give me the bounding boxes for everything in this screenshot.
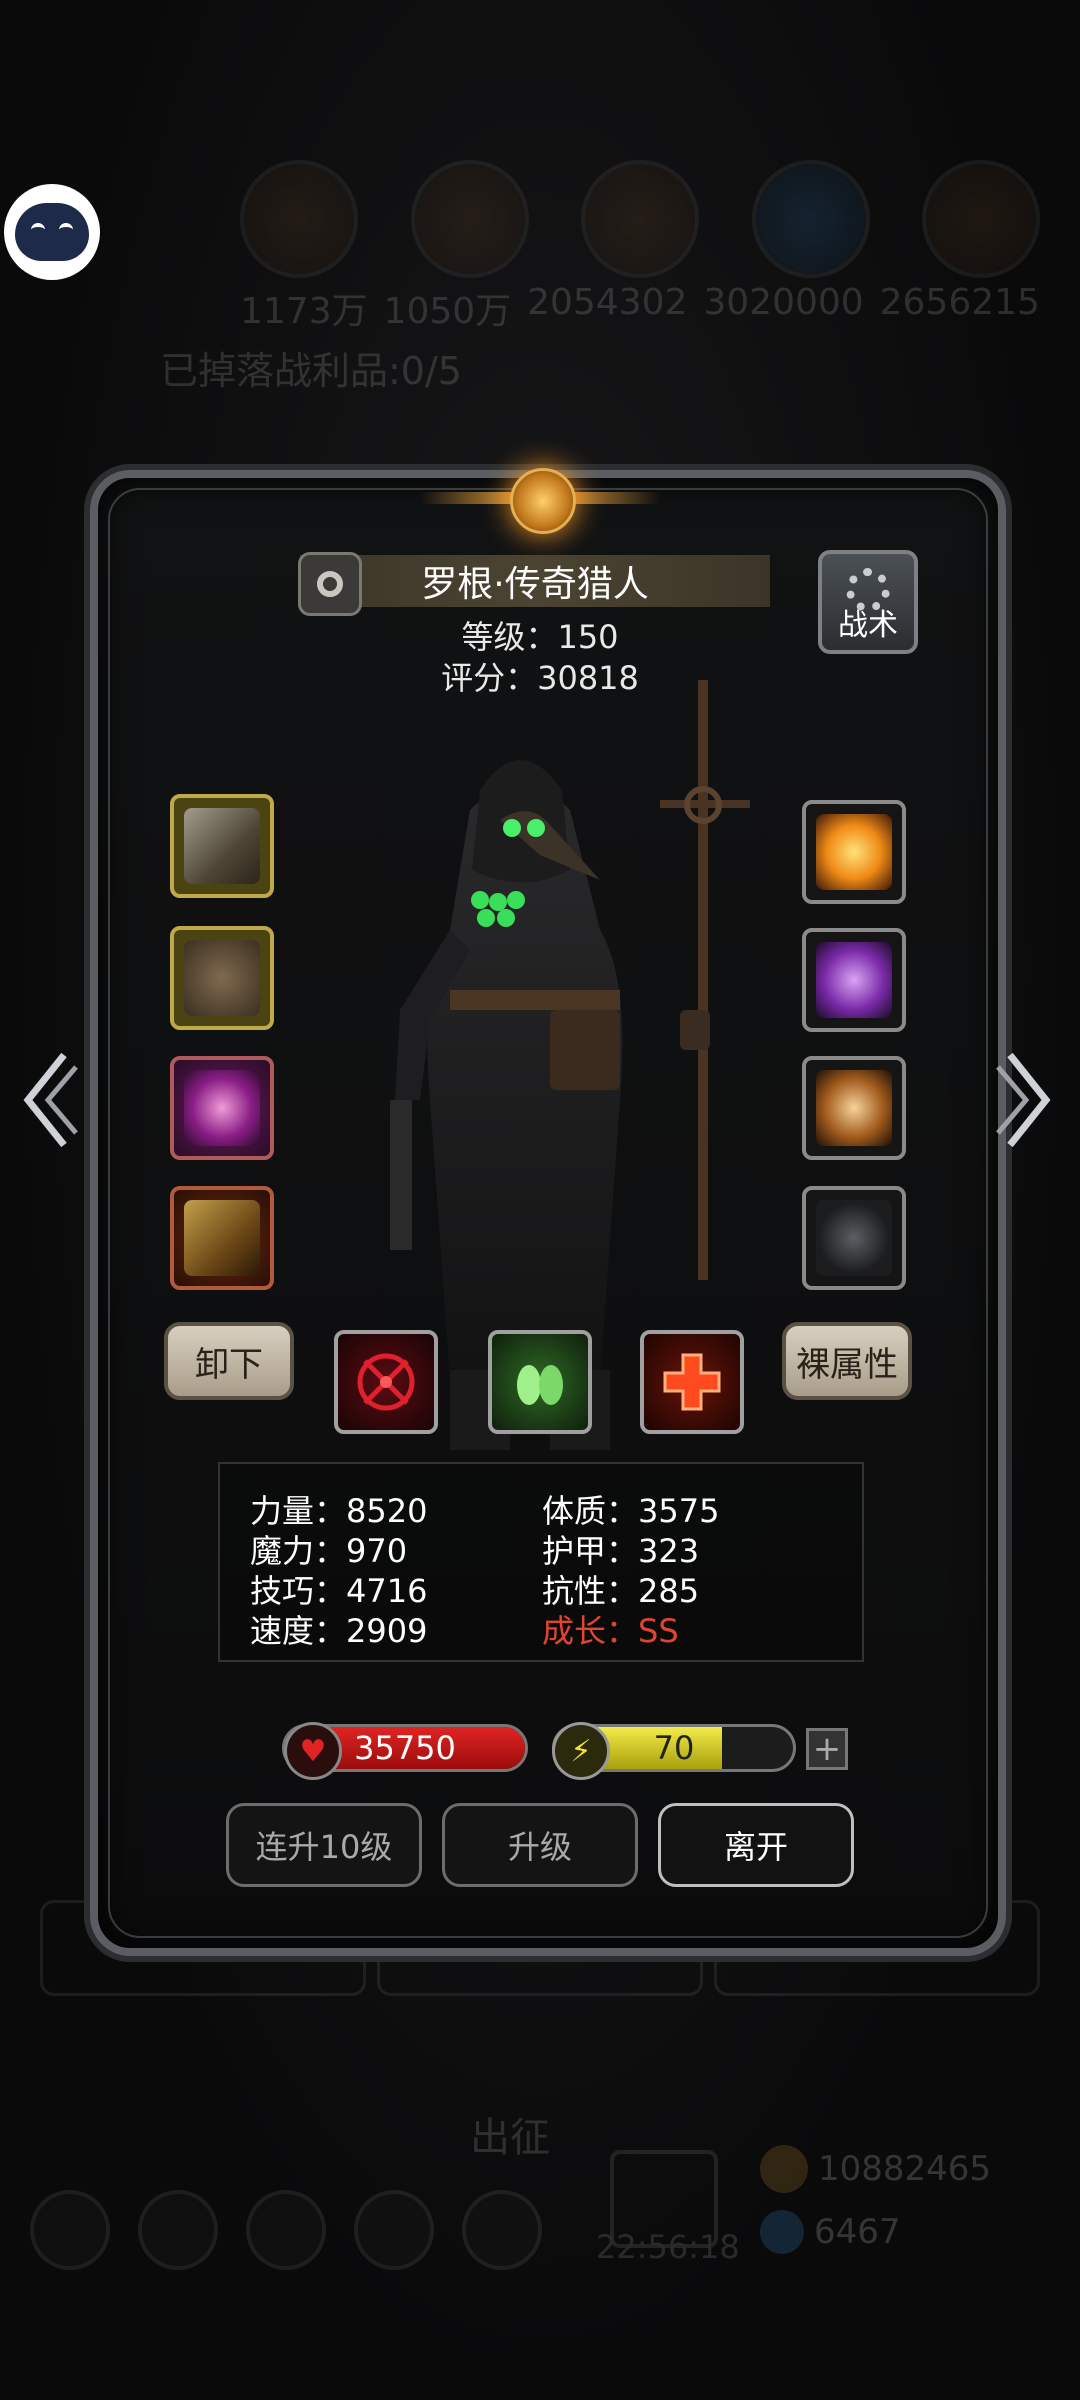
crosshair-skill-icon [357,1353,415,1411]
timer: 22:56:18 [596,2228,740,2266]
skill-slot-3[interactable] [640,1330,744,1434]
stat-speed: 速度：2909 [250,1612,428,1650]
revolver-item-icon [184,808,260,884]
equip-slot-amulet[interactable] [170,1056,274,1160]
resource-icon [410,160,529,278]
menu-round-icon [246,2190,326,2270]
skill-slot-2[interactable] [488,1330,592,1434]
crystal-item-icon [816,942,892,1018]
base-attributes-button[interactable]: 裸属性 [782,1322,912,1400]
lantern-item-icon [816,1070,892,1146]
resource-value: 3020000 [703,282,864,323]
equip-slot-weapon[interactable] [170,794,274,898]
hero-level: 等级：150 [461,618,619,656]
tactics-button[interactable]: 战术 [818,550,918,654]
gold-counter: 10882465 [760,2145,991,2193]
staff-cross [660,800,750,808]
unequip-label: 卸下 [195,1344,263,1385]
equip-slot-glove[interactable] [802,1186,906,1290]
skill-slot-1[interactable] [334,1330,438,1434]
resource-value: 2656215 [879,282,1040,323]
equip-slot-gem[interactable] [802,928,906,1032]
stat-growth: 成长：SS [542,1612,679,1650]
background-buttons [30,2190,542,2270]
level-up-10-button[interactable]: 连升10级 [226,1803,422,1887]
lightning-icon: ⚡ [552,1722,610,1780]
assistant-bubble-icon[interactable] [4,184,100,280]
menu-round-icon [354,2190,434,2270]
menu-round-icon [462,2190,542,2270]
resource-value: 1173万 [240,291,368,332]
gem-value: 6467 [814,2212,901,2252]
belt [450,990,620,1010]
level-up-label: 升级 [507,1828,572,1866]
gear-icon [317,571,343,597]
equip-slot-lantern[interactable] [802,1056,906,1160]
crest-emblem-icon [510,468,576,534]
loot-status: 已掉落战利品:0/5 [160,349,462,393]
eye-glow [503,819,521,837]
resource-icon [581,160,699,278]
resource-icons [240,160,1040,278]
staff [698,680,708,1280]
equip-slot-bracer[interactable] [170,1186,274,1290]
eye [31,223,45,237]
equip-slot-armor[interactable] [170,926,274,1030]
assistant-face [15,203,89,261]
pistol [390,1100,412,1250]
satchel [550,1010,620,1090]
previous-hero-chevron-icon[interactable] [18,1045,78,1155]
stats-panel: 力量：8520 魔力：970 技巧：4716 速度：2909 体质：3575 护… [218,1462,864,1662]
resource-value: 2054302 [527,282,688,323]
heal-cross-skill-icon [663,1353,721,1411]
hero-name: 罗根·传奇猎人 [421,564,649,605]
resource-value: 1050万 [383,291,512,332]
resource-icon [751,160,870,278]
hero-name-plate: 罗根·传奇猎人 [300,555,770,607]
censer [680,1010,710,1050]
gold-value: 10882465 [818,2149,992,2189]
gem-icon [760,2210,804,2254]
base-attributes-label: 裸属性 [796,1344,898,1385]
leave-button[interactable]: 离开 [658,1803,854,1887]
leave-label: 离开 [723,1828,788,1866]
equip-slot-ring[interactable] [802,800,906,904]
hero-settings-icon[interactable] [298,552,362,616]
level-up-10-label: 连升10级 [255,1828,393,1866]
bracer-item-icon [184,1200,260,1276]
vials-skill-icon [517,1365,563,1405]
level-up-button[interactable]: 升级 [442,1803,638,1887]
coin-icon [760,2145,808,2193]
gear-icon [846,568,890,612]
resource-values: 1173万 1050万 2054302 3020000 2656215 [240,282,1040,334]
amulet-item-icon [184,1070,260,1146]
resource-icon [240,160,358,278]
unequip-button[interactable]: 卸下 [164,1322,294,1400]
armor-item-icon [184,940,260,1016]
eye-glow [527,819,545,837]
fire-ring-item-icon [816,814,892,890]
add-energy-plus-icon[interactable]: + [806,1728,848,1770]
menu-round-icon [138,2190,218,2270]
glove-item-icon [816,1200,892,1276]
next-hero-chevron-icon[interactable] [996,1045,1056,1155]
menu-round-icon [30,2190,110,2270]
gem-counter: 6467 [760,2210,901,2254]
march-label: 出征 [470,2115,550,2161]
heart-icon: ♥ [284,1722,342,1780]
eye [59,223,73,237]
resource-icon [922,160,1040,278]
